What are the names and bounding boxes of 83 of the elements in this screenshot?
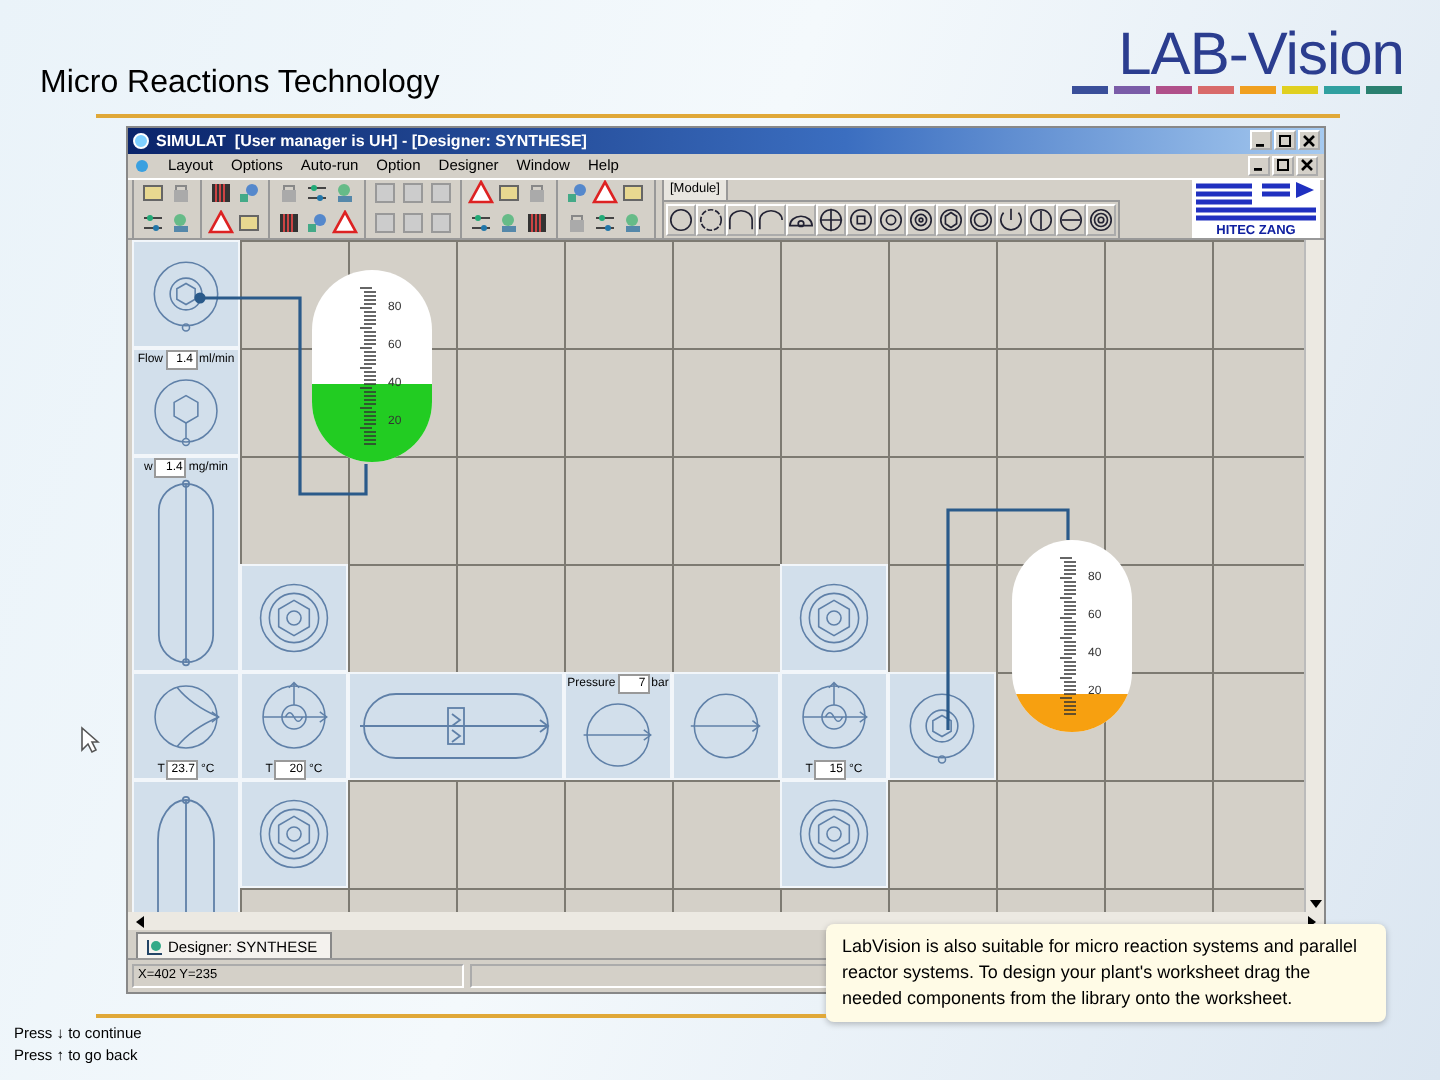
tool-icon [304,180,330,207]
tool-icon [208,210,234,237]
tool-icon [168,180,194,207]
module-symbol-icon [758,205,784,234]
close-icon [1302,133,1316,148]
module-button[interactable] [1056,203,1086,236]
close-button[interactable] [1296,155,1318,176]
module-symbol-icon [968,205,994,234]
company-logo: LAB-Vision [1118,26,1404,86]
window-title: SIMULAT [User manager is UH] - [Designer: SYNTHESE] [156,131,589,150]
tool-icon [372,210,398,237]
tool-icon [620,210,646,237]
module-symbol-icon [1028,205,1054,234]
module-button[interactable] [1026,203,1056,236]
tool-icon [332,210,358,237]
module-symbol-icon [668,205,694,234]
minimize-button[interactable] [1250,130,1272,151]
module-symbol-icon [818,205,844,234]
tool-icon [400,180,426,207]
minimize-button[interactable] [1248,155,1270,176]
module-button[interactable] [816,203,846,236]
toolbar-button[interactable] [524,209,550,238]
module-button[interactable] [876,203,906,236]
tool-icon [140,210,166,237]
module-symbol-icon [1058,205,1084,234]
info-callout: LabVision is also suitable for micro reaction systems and parallel reactor systems. To design your plant's worksheet drag the needed components from the library onto the worksheet. [826,924,1386,1022]
close-button[interactable] [1298,130,1320,151]
slide-title: Micro Reactions Technology [40,66,440,104]
module-symbol-icon [1088,205,1114,234]
module-symbol-icon [848,205,874,234]
module-symbol-icon [998,205,1024,234]
module-button[interactable] [1086,203,1116,236]
tool-icon [276,210,302,237]
toolbar-button[interactable] [208,179,234,208]
tool-icon [564,180,590,207]
tool-icon [168,210,194,237]
module-symbol-icon [698,205,724,234]
tool-icon [400,210,426,237]
tool-icon [236,210,262,237]
tool-icon [236,180,262,207]
vertical-scrollbar[interactable] [1304,240,1324,913]
module-button[interactable] [756,203,786,236]
module-button[interactable] [696,203,726,236]
tool-icon [592,210,618,237]
tool-icon [496,180,522,207]
tool-icon [372,180,398,207]
tool-icon [524,210,550,237]
module-button[interactable] [906,203,936,236]
cursor-icon [80,726,100,754]
maximize-button[interactable] [1272,155,1294,176]
app-icon [132,131,150,150]
module-button[interactable] [786,203,816,236]
tool-icon [620,180,646,207]
tool-icon [208,180,234,207]
toolbar-button[interactable] [276,209,302,238]
tool-icon [304,210,330,237]
document-icon [134,157,150,174]
module-button[interactable] [726,203,756,236]
stripes-logo-icon [1196,179,1316,224]
module-button[interactable] [966,203,996,236]
module-symbol-icon [938,205,964,234]
scale-ticks-icon [360,286,376,447]
module-symbol-icon [908,205,934,234]
scroll-left-icon[interactable] [132,913,148,930]
scale-ticks-icon [1060,556,1076,717]
tool-icon [468,210,494,237]
tool-icon [496,210,522,237]
module-button[interactable] [666,203,696,236]
module-symbol-icon [728,205,754,234]
tool-icon [564,210,590,237]
color-bars-icon [1072,86,1404,94]
tool-icon [428,180,454,207]
tool-icon [524,180,550,207]
tool-icon [140,180,166,207]
module-button[interactable] [936,203,966,236]
maximize-button[interactable] [1274,130,1296,151]
module-button[interactable] [996,203,1026,236]
tool-icon [428,210,454,237]
module-symbol-icon [878,205,904,234]
tool-icon [332,180,358,207]
module-button[interactable] [846,203,876,236]
close-icon [1300,158,1314,173]
tool-icon [276,180,302,207]
